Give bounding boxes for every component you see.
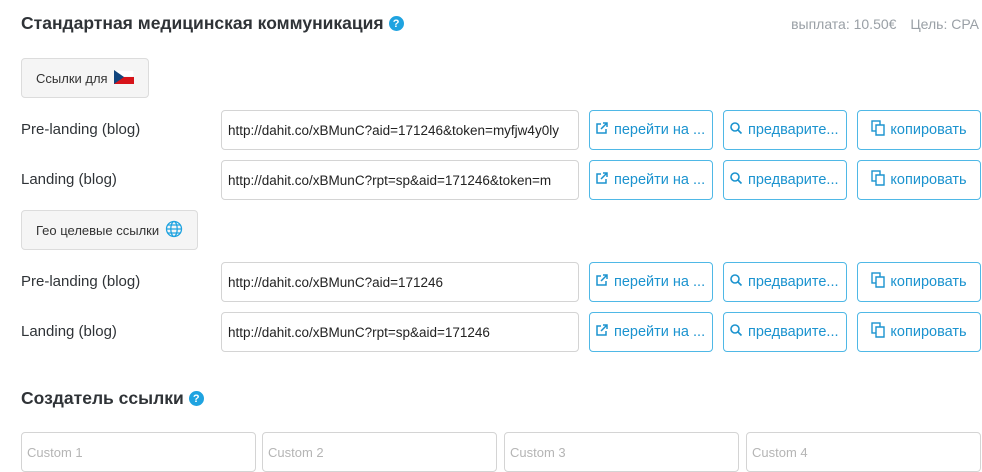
links-for-label: Ссылки для — [36, 70, 108, 86]
go-to-button[interactable]: перейти на ... — [589, 312, 713, 352]
url-field-geo-pre-landing[interactable]: http://dahit.co/xBMunC?aid=171246 — [221, 262, 579, 302]
row-label-pre-landing: Pre-landing (blog) — [21, 121, 141, 138]
external-link-icon — [595, 121, 609, 139]
copy-button[interactable]: копировать — [857, 312, 981, 352]
url-field-landing[interactable]: http://dahit.co/xBMunC?rpt=sp&aid=171246… — [221, 160, 579, 200]
preview-label: предварите... — [748, 274, 839, 290]
payout-amount: выплата: 10.50€ — [791, 16, 897, 32]
external-link-icon — [595, 323, 609, 341]
url-field-pre-landing[interactable]: http://dahit.co/xBMunC?aid=171246&token=… — [221, 110, 579, 150]
copy-icon — [871, 272, 886, 292]
search-icon — [729, 323, 743, 341]
preview-button[interactable]: предварите... — [723, 262, 847, 302]
copy-icon — [871, 170, 886, 190]
row-label-landing: Landing (blog) — [21, 171, 117, 188]
preview-button[interactable]: предварите... — [723, 110, 847, 150]
go-to-label: перейти на ... — [614, 172, 706, 188]
links-for-button[interactable]: Ссылки для — [21, 58, 149, 98]
search-icon — [729, 121, 743, 139]
search-icon — [729, 171, 743, 189]
custom-2-input[interactable] — [262, 432, 497, 472]
row-label-pre-landing: Pre-landing (blog) — [21, 273, 141, 290]
copy-button[interactable]: копировать — [857, 160, 981, 200]
help-icon[interactable]: ? — [388, 16, 404, 31]
row-label-landing: Landing (blog) — [21, 323, 117, 340]
copy-label: копировать — [890, 122, 967, 138]
link-builder-title-text: Создатель ссылки — [21, 388, 184, 408]
page-title-text: Стандартная медицинская коммуникация — [21, 13, 384, 33]
payout-info: выплата: 10.50€ Цель: CPA — [791, 16, 979, 32]
copy-button[interactable]: копировать — [857, 262, 981, 302]
link-builder-title: Создатель ссылки ? — [21, 388, 204, 409]
custom-3-input[interactable] — [504, 432, 739, 472]
copy-icon — [871, 120, 886, 140]
geo-links-button[interactable]: Гео целевые ссылки — [21, 210, 199, 250]
page-title: Стандартная медицинская коммуникация ? — [21, 13, 404, 34]
custom-4-input[interactable] — [746, 432, 981, 472]
preview-button[interactable]: предварите... — [723, 312, 847, 352]
copy-icon — [871, 322, 886, 342]
czech-flag-icon — [113, 69, 134, 87]
copy-label: копировать — [890, 324, 967, 340]
globe-icon — [165, 220, 183, 241]
preview-label: предварите... — [748, 122, 839, 138]
payout-goal: Цель: CPA — [910, 16, 979, 32]
copy-label: копировать — [890, 274, 967, 290]
go-to-label: перейти на ... — [614, 122, 706, 138]
go-to-button[interactable]: перейти на ... — [589, 262, 713, 302]
go-to-button[interactable]: перейти на ... — [589, 160, 713, 200]
help-icon[interactable]: ? — [188, 391, 204, 406]
url-field-geo-landing[interactable]: http://dahit.co/xBMunC?rpt=sp&aid=171246 — [221, 312, 579, 352]
go-to-label: перейти на ... — [614, 274, 706, 290]
preview-label: предварите... — [748, 172, 839, 188]
external-link-icon — [595, 171, 609, 189]
copy-button[interactable]: копировать — [857, 110, 981, 150]
copy-label: копировать — [890, 172, 967, 188]
external-link-icon — [595, 273, 609, 291]
geo-links-label: Гео целевые ссылки — [36, 222, 160, 238]
search-icon — [729, 273, 743, 291]
preview-button[interactable]: предварите... — [723, 160, 847, 200]
go-to-label: перейти на ... — [614, 324, 706, 340]
go-to-button[interactable]: перейти на ... — [589, 110, 713, 150]
preview-label: предварите... — [748, 324, 839, 340]
custom-1-input[interactable] — [21, 432, 256, 472]
